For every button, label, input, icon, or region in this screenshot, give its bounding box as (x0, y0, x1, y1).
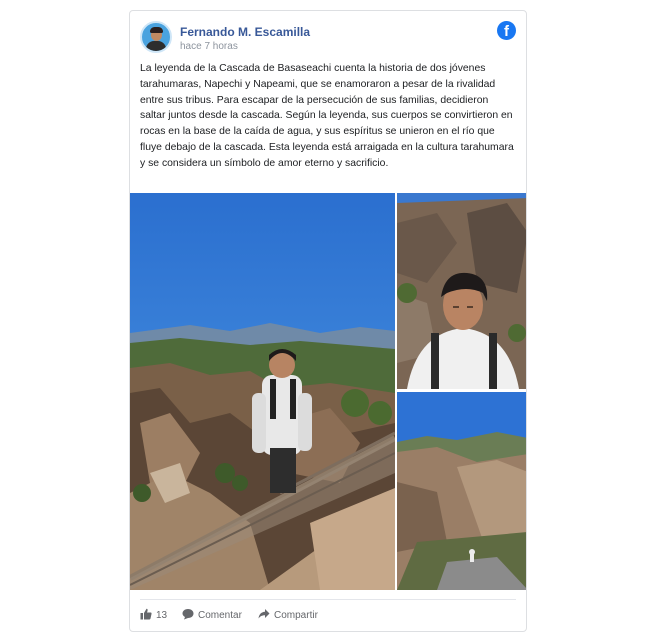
post-text: La leyenda de la Cascada de Basaseachi c… (140, 63, 514, 169)
post-actions: 13 Comentar Compartir (140, 599, 516, 626)
facebook-logo-icon[interactable]: f (497, 21, 516, 40)
comment-icon (182, 608, 194, 623)
post-timestamp[interactable]: hace 7 horas (180, 41, 238, 52)
photo-main[interactable] (130, 193, 395, 590)
share-label: Compartir (274, 610, 318, 621)
photo-grid (130, 193, 526, 591)
thumbs-up-icon (140, 608, 152, 623)
like-button[interactable]: 13 (140, 608, 167, 623)
share-button[interactable]: Compartir (258, 608, 318, 623)
author-name[interactable]: Fernando M. Escamilla (180, 25, 310, 39)
photo-selfie[interactable] (397, 193, 526, 389)
photo-canyon[interactable] (397, 392, 526, 590)
comment-button[interactable]: Comentar (182, 608, 242, 623)
post-header: Fernando M. Escamilla hace 7 horas f (140, 19, 516, 55)
like-count: 13 (156, 610, 168, 621)
share-arrow-icon (258, 608, 270, 623)
post-card: Fernando M. Escamilla hace 7 horas f La … (129, 10, 527, 632)
comment-label: Comentar (198, 610, 242, 621)
avatar[interactable] (140, 21, 172, 53)
